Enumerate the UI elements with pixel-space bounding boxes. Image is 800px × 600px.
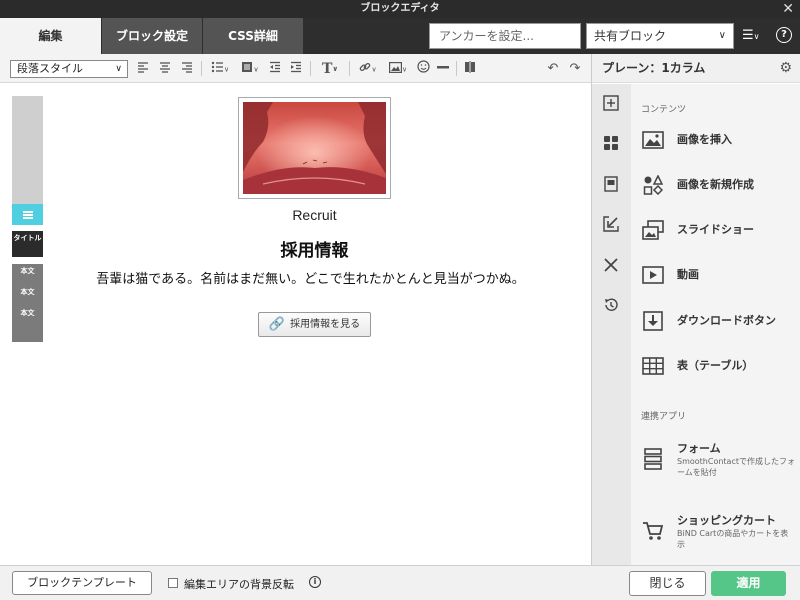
image-icon — [641, 129, 665, 151]
toolbar-divider — [456, 61, 457, 76]
footer-bar: ブロックテンプレート 編集エリアの背景反転 i 閉じる 適用 — [0, 565, 800, 600]
rail-body-label: 本文 — [20, 309, 35, 317]
outdent-icon[interactable] — [268, 60, 282, 78]
page-heading[interactable]: 採用情報 — [0, 236, 629, 261]
align-left-icon[interactable] — [136, 60, 150, 78]
invert-background-label[interactable]: 編集エリアの背景反転 — [184, 576, 294, 592]
link-icon[interactable]: ∨ — [356, 60, 380, 78]
rail-image-block[interactable] — [12, 96, 43, 204]
gear-icon[interactable]: ⚙ — [779, 60, 792, 76]
grid-icon[interactable] — [600, 132, 622, 154]
panel-header: プレーン：1カラム ⚙ — [592, 54, 800, 83]
paragraph-style-select[interactable]: 段落スタイル ∨ — [10, 60, 128, 78]
redo-icon[interactable]: ↷ — [568, 60, 582, 78]
chevron-down-icon: ∨ — [753, 32, 760, 41]
insert-image-item[interactable]: 画像を挿入 — [631, 122, 800, 158]
form-label: フォーム — [677, 442, 721, 455]
block-template-button[interactable]: ブロックテンプレート — [12, 571, 152, 595]
tab-bar: 編集 ブロック設定 CSS詳細 共有ブロック ∨ ☰∨ ? — [0, 18, 800, 54]
view-recruit-label: 採用情報を見る — [290, 319, 361, 330]
form-description: SmoothContactで作成したフォームを貼付 — [677, 457, 795, 477]
table-icon — [641, 355, 665, 377]
video-item[interactable]: 動画 — [631, 257, 800, 293]
apply-button[interactable]: 適用 — [711, 571, 786, 596]
table-label: 表（テーブル） — [677, 359, 754, 372]
download-button-label: ダウンロードボタン — [677, 314, 776, 327]
tools-icon[interactable] — [600, 254, 622, 276]
shopping-cart-description: BiND Cartの商品やカートを表示 — [677, 529, 789, 549]
window-title: ブロックエディタ — [360, 3, 440, 14]
toolbar-divider — [310, 61, 311, 76]
image-icon[interactable]: ∨ — [386, 60, 410, 78]
chevron-down-icon: ∨ — [718, 30, 726, 41]
create-image-item[interactable]: 画像を新規作成 — [631, 167, 800, 203]
title-bar: ブロックエディタ ✕ — [0, 0, 800, 18]
horizontal-rule-icon[interactable] — [436, 60, 450, 78]
menu-button[interactable]: ☰∨ — [742, 26, 770, 46]
link-icon: 🔗 — [268, 317, 286, 332]
form-icon — [641, 446, 665, 472]
shared-block-value: 共有ブロック — [594, 29, 667, 43]
rail-body-label: 本文 — [20, 288, 35, 296]
close-button[interactable]: 閉じる — [629, 571, 706, 596]
add-icon[interactable] — [600, 92, 622, 114]
form-item[interactable]: フォーム SmoothContactで作成したフォームを貼付 — [631, 436, 800, 496]
history-icon[interactable] — [600, 294, 622, 316]
emoji-icon[interactable] — [415, 60, 431, 78]
toolbar-divider — [201, 61, 202, 76]
body-text[interactable]: 吾輩は猫である。名前はまだ無い。どこで生れたかとんと見当がつかぬ。 — [0, 268, 621, 287]
invert-background-checkbox[interactable] — [168, 578, 178, 588]
video-icon — [641, 264, 665, 286]
align-right-icon[interactable] — [180, 60, 194, 78]
shared-block-select[interactable]: 共有ブロック ∨ — [586, 23, 734, 49]
toolbar-divider — [349, 61, 350, 76]
insert-panel: コンテンツ 画像を挿入 画像を新規作成 スライドショー 動画 ダウンロードボタン… — [631, 84, 800, 565]
indent-icon[interactable] — [289, 60, 303, 78]
text-style-icon[interactable]: T∨ — [317, 60, 343, 78]
download-icon — [641, 310, 665, 332]
undo-icon[interactable]: ↶ — [546, 60, 560, 78]
editor-area[interactable]: タイトル 本文 本文 本文 Recruit 採用情報 吾輩は猫である。名前はまだ… — [0, 84, 591, 565]
chevron-down-icon: ∨ — [115, 64, 122, 74]
sunset-landscape-image — [243, 102, 386, 194]
tab-css-details[interactable]: CSS詳細 — [203, 18, 303, 54]
panel-icon-bar — [592, 84, 631, 565]
block-format-icon[interactable]: ∨ — [238, 60, 262, 78]
slideshow-icon — [641, 219, 665, 241]
format-toolbar: 段落スタイル ∨ ∨ ∨ T∨ ∨ ∨ ↶ ↷ — [0, 54, 591, 83]
table-item[interactable]: 表（テーブル） — [631, 348, 800, 384]
video-label: 動画 — [677, 268, 699, 281]
align-center-icon[interactable] — [158, 60, 172, 78]
bullet-list-icon[interactable]: ∨ — [208, 60, 232, 78]
columns-icon[interactable] — [463, 60, 477, 78]
tab-block-settings[interactable]: ブロック設定 — [102, 18, 202, 54]
insert-image-label: 画像を挿入 — [677, 133, 732, 146]
section-label-contents: コンテンツ — [641, 105, 687, 115]
cart-icon — [641, 518, 665, 544]
header-image[interactable] — [238, 97, 391, 199]
hamburger-icon: ☰ — [742, 28, 754, 43]
view-recruit-button[interactable]: 🔗 採用情報を見る — [258, 312, 371, 337]
slideshow-item[interactable]: スライドショー — [631, 212, 800, 248]
section-label-apps: 連携アプリ — [641, 412, 687, 422]
create-image-label: 画像を新規作成 — [677, 178, 754, 191]
shopping-cart-label: ショッピングカート — [677, 514, 776, 527]
shapes-icon — [641, 174, 665, 196]
import-icon[interactable] — [600, 213, 622, 235]
paragraph-style-value: 段落スタイル — [17, 62, 83, 75]
slideshow-label: スライドショー — [677, 223, 754, 236]
image-caption[interactable]: Recruit — [0, 207, 629, 223]
close-icon[interactable]: ✕ — [782, 0, 794, 18]
help-icon[interactable]: ? — [776, 27, 792, 43]
shopping-cart-item[interactable]: ショッピングカート BiND Cartの商品やカートを表示 — [631, 508, 800, 568]
anchor-input[interactable] — [429, 23, 581, 49]
info-icon[interactable]: i — [309, 576, 321, 588]
layout-title[interactable]: プレーン：1カラム — [602, 54, 705, 83]
download-button-item[interactable]: ダウンロードボタン — [631, 303, 800, 339]
document-icon[interactable] — [600, 173, 622, 195]
tab-edit[interactable]: 編集 — [0, 18, 101, 54]
